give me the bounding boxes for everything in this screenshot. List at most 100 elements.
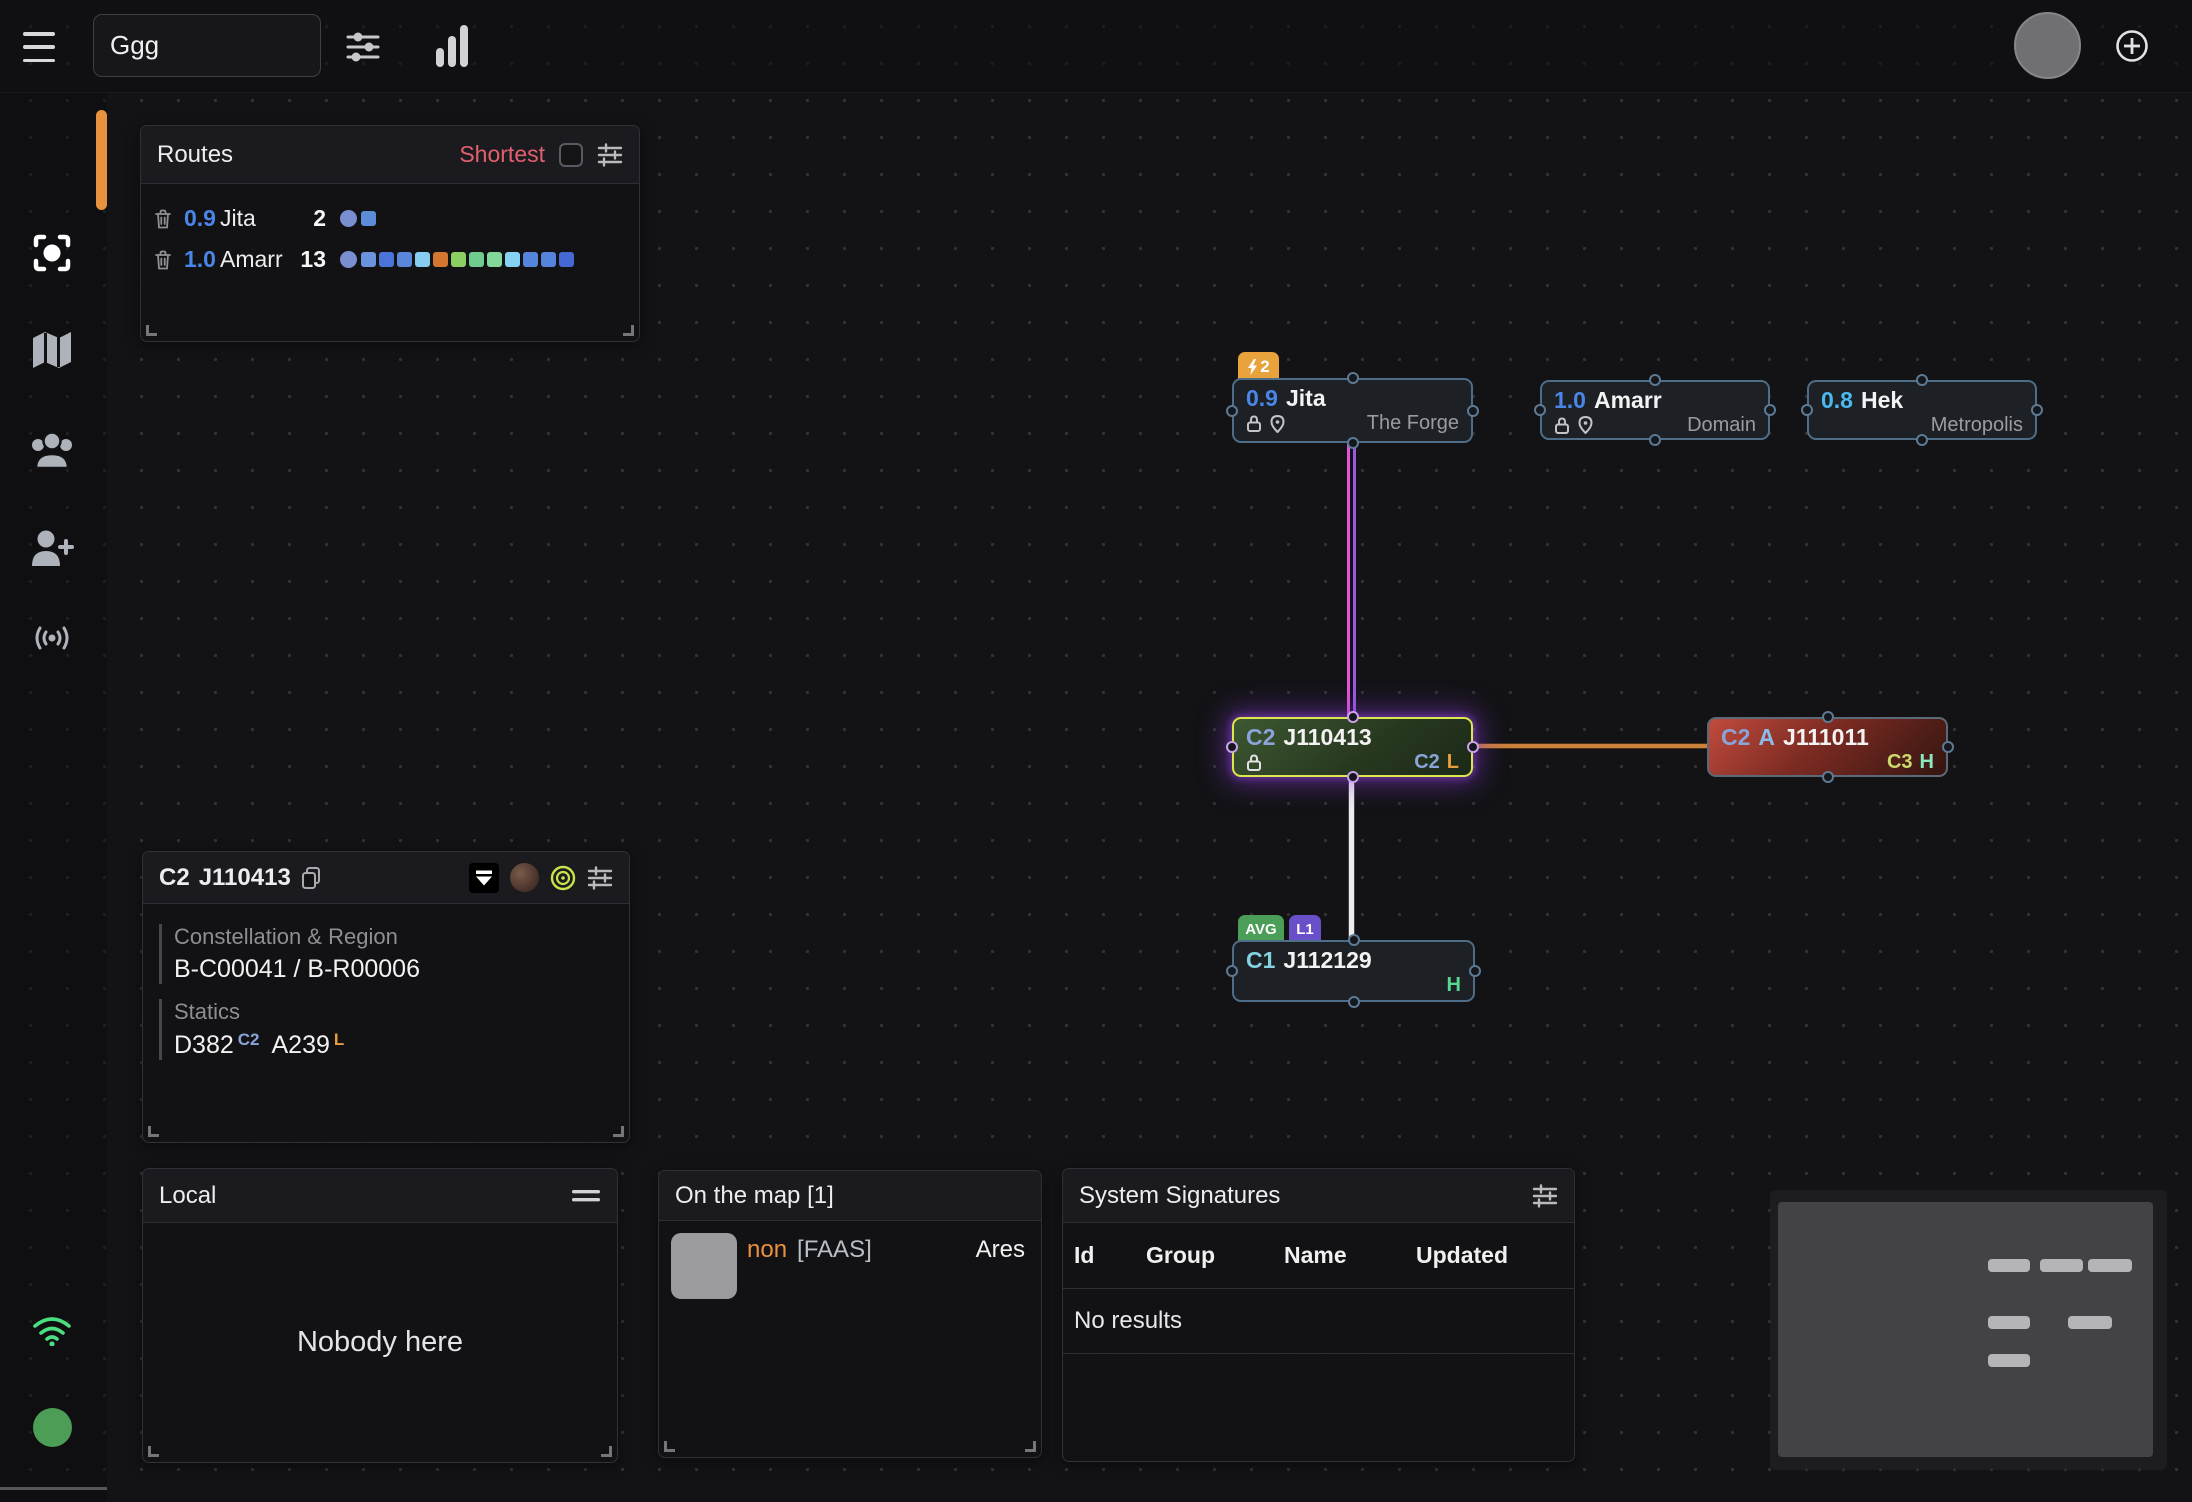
skeleton-bar [2040, 1259, 2083, 1272]
bar-chart-icon [435, 24, 469, 68]
skeleton-bar [1988, 1354, 2030, 1367]
track-target-icon[interactable] [550, 865, 576, 891]
connection-handle[interactable] [1347, 372, 1359, 384]
system-info-header[interactable]: C2 J110413 [143, 852, 629, 904]
resize-handle[interactable] [613, 1126, 624, 1137]
connection-jita-j110413[interactable] [1353, 443, 1356, 717]
connection-handle[interactable] [1347, 437, 1359, 449]
minimized-widget[interactable] [1770, 1190, 2167, 1470]
local-panel-header[interactable]: Local [143, 1169, 617, 1223]
system-node-hek[interactable]: 0.8 Hek Metropolis [1807, 380, 2037, 440]
add-button[interactable] [2115, 29, 2149, 63]
local-list-icon[interactable] [571, 1189, 601, 1203]
signatures-header[interactable]: System Signatures [1063, 1169, 1574, 1223]
info-settings-icon[interactable] [587, 866, 613, 890]
connection-handle[interactable] [1801, 404, 1813, 416]
resize-handle[interactable] [146, 325, 157, 336]
character-avatar[interactable] [510, 863, 539, 892]
resize-handle[interactable] [623, 325, 634, 336]
system-tag: A [1758, 724, 1775, 751]
connection-handle[interactable] [1822, 771, 1834, 783]
lock-icon [1246, 415, 1262, 432]
connection-handle[interactable] [1469, 965, 1481, 977]
connection-handle[interactable] [1916, 434, 1928, 446]
lock-icon [1554, 417, 1570, 434]
trash-icon [154, 209, 172, 229]
copy-icon[interactable] [300, 866, 322, 890]
column-updated[interactable]: Updated [1416, 1242, 1574, 1269]
delete-route-button[interactable] [154, 209, 184, 229]
sidebar-item-tracking[interactable] [26, 227, 78, 279]
connection-handle[interactable] [1467, 741, 1479, 753]
resize-handle[interactable] [664, 1441, 675, 1452]
connection-handle[interactable] [1347, 711, 1359, 723]
route-destination: Jita [220, 205, 294, 232]
system-node-j111011-hostile[interactable]: C2 A J111011 C3 H [1707, 717, 1948, 777]
system-node-jita[interactable]: 0.9 Jita The Forge [1232, 378, 1473, 443]
connection-handle[interactable] [1226, 965, 1238, 977]
column-name[interactable]: Name [1284, 1242, 1416, 1269]
static-leads-tag: L [334, 1030, 344, 1049]
connection-handle[interactable] [1534, 404, 1546, 416]
l1-badge: L1 [1289, 915, 1321, 943]
resize-handle[interactable] [148, 1126, 159, 1137]
user-avatar[interactable] [2014, 12, 2081, 79]
connection-handle[interactable] [1942, 741, 1954, 753]
routes-panel-header[interactable]: Routes Shortest [141, 126, 639, 184]
wifi-icon [31, 1314, 73, 1346]
selected-system-name: J110413 [199, 864, 291, 892]
connection-handle[interactable] [1348, 934, 1360, 946]
sidebar-item-add-character[interactable] [26, 522, 78, 574]
connection-handle[interactable] [2031, 404, 2043, 416]
route-jump-chip [451, 252, 466, 267]
pilot-row[interactable]: non [FAAS] Ares [659, 1221, 1041, 1299]
connection-jita-j110413-frigate[interactable] [1347, 443, 1350, 717]
system-name: Jita [1286, 385, 1326, 412]
signatures-settings-icon[interactable] [1532, 1184, 1558, 1208]
menu-icon[interactable] [23, 32, 55, 62]
system-node-j112129[interactable]: C1 J112129 H [1232, 940, 1475, 1002]
route-row-jita[interactable]: 0.9 Jita 2 [141, 198, 639, 239]
map-select[interactable]: Ggg [93, 14, 321, 77]
connection-j110413-j111011[interactable] [1473, 744, 1707, 748]
system-node-amarr[interactable]: 1.0 Amarr Domain [1540, 380, 1770, 440]
on-the-map-header[interactable]: On the map [1] [659, 1171, 1041, 1221]
connection-handle[interactable] [1764, 404, 1776, 416]
sidebar-item-characters[interactable] [26, 424, 78, 476]
shortest-checkbox[interactable] [559, 143, 583, 167]
resize-handle[interactable] [1025, 1441, 1036, 1452]
connection-handle[interactable] [1348, 996, 1360, 1008]
resize-handle[interactable] [601, 1446, 612, 1457]
activity-button[interactable] [428, 18, 476, 74]
column-group[interactable]: Group [1146, 1242, 1284, 1269]
map-name: Ggg [110, 30, 159, 61]
connection-handle[interactable] [1649, 374, 1661, 386]
skeleton-bar [2088, 1259, 2132, 1272]
route-jump-chip [361, 211, 376, 226]
sidebar-item-maps[interactable] [26, 324, 78, 376]
system-node-j110413-selected[interactable]: C2 J110413 C2 L [1232, 717, 1473, 777]
connection-handle[interactable] [1226, 405, 1238, 417]
connection-handle[interactable] [1822, 711, 1834, 723]
connection-j110413-j112129[interactable] [1349, 777, 1354, 940]
sidebar-item-broadcast[interactable] [26, 612, 78, 664]
column-id[interactable]: Id [1074, 1242, 1146, 1269]
local-body: Nobody here [143, 1223, 617, 1462]
route-mode-label[interactable]: Shortest [459, 141, 545, 168]
connection-handle[interactable] [1226, 741, 1238, 753]
skeleton-bar [1988, 1316, 2030, 1329]
panel-title: Routes [157, 141, 233, 169]
resize-handle[interactable] [148, 1446, 159, 1457]
delete-route-button[interactable] [154, 250, 184, 270]
routes-settings-icon[interactable] [597, 143, 623, 167]
connection-handle[interactable] [1916, 374, 1928, 386]
route-jump-chip [487, 252, 502, 267]
rank-icon[interactable] [469, 863, 499, 893]
static-leads-to: H [1447, 974, 1461, 997]
connection-handle[interactable] [1649, 434, 1661, 446]
map-settings-button[interactable] [338, 22, 388, 72]
connection-handle[interactable] [1347, 771, 1359, 783]
route-row-amarr[interactable]: 1.0 Amarr 13 [141, 239, 639, 280]
connection-handle[interactable] [1467, 405, 1479, 417]
sliders-icon [345, 31, 381, 63]
